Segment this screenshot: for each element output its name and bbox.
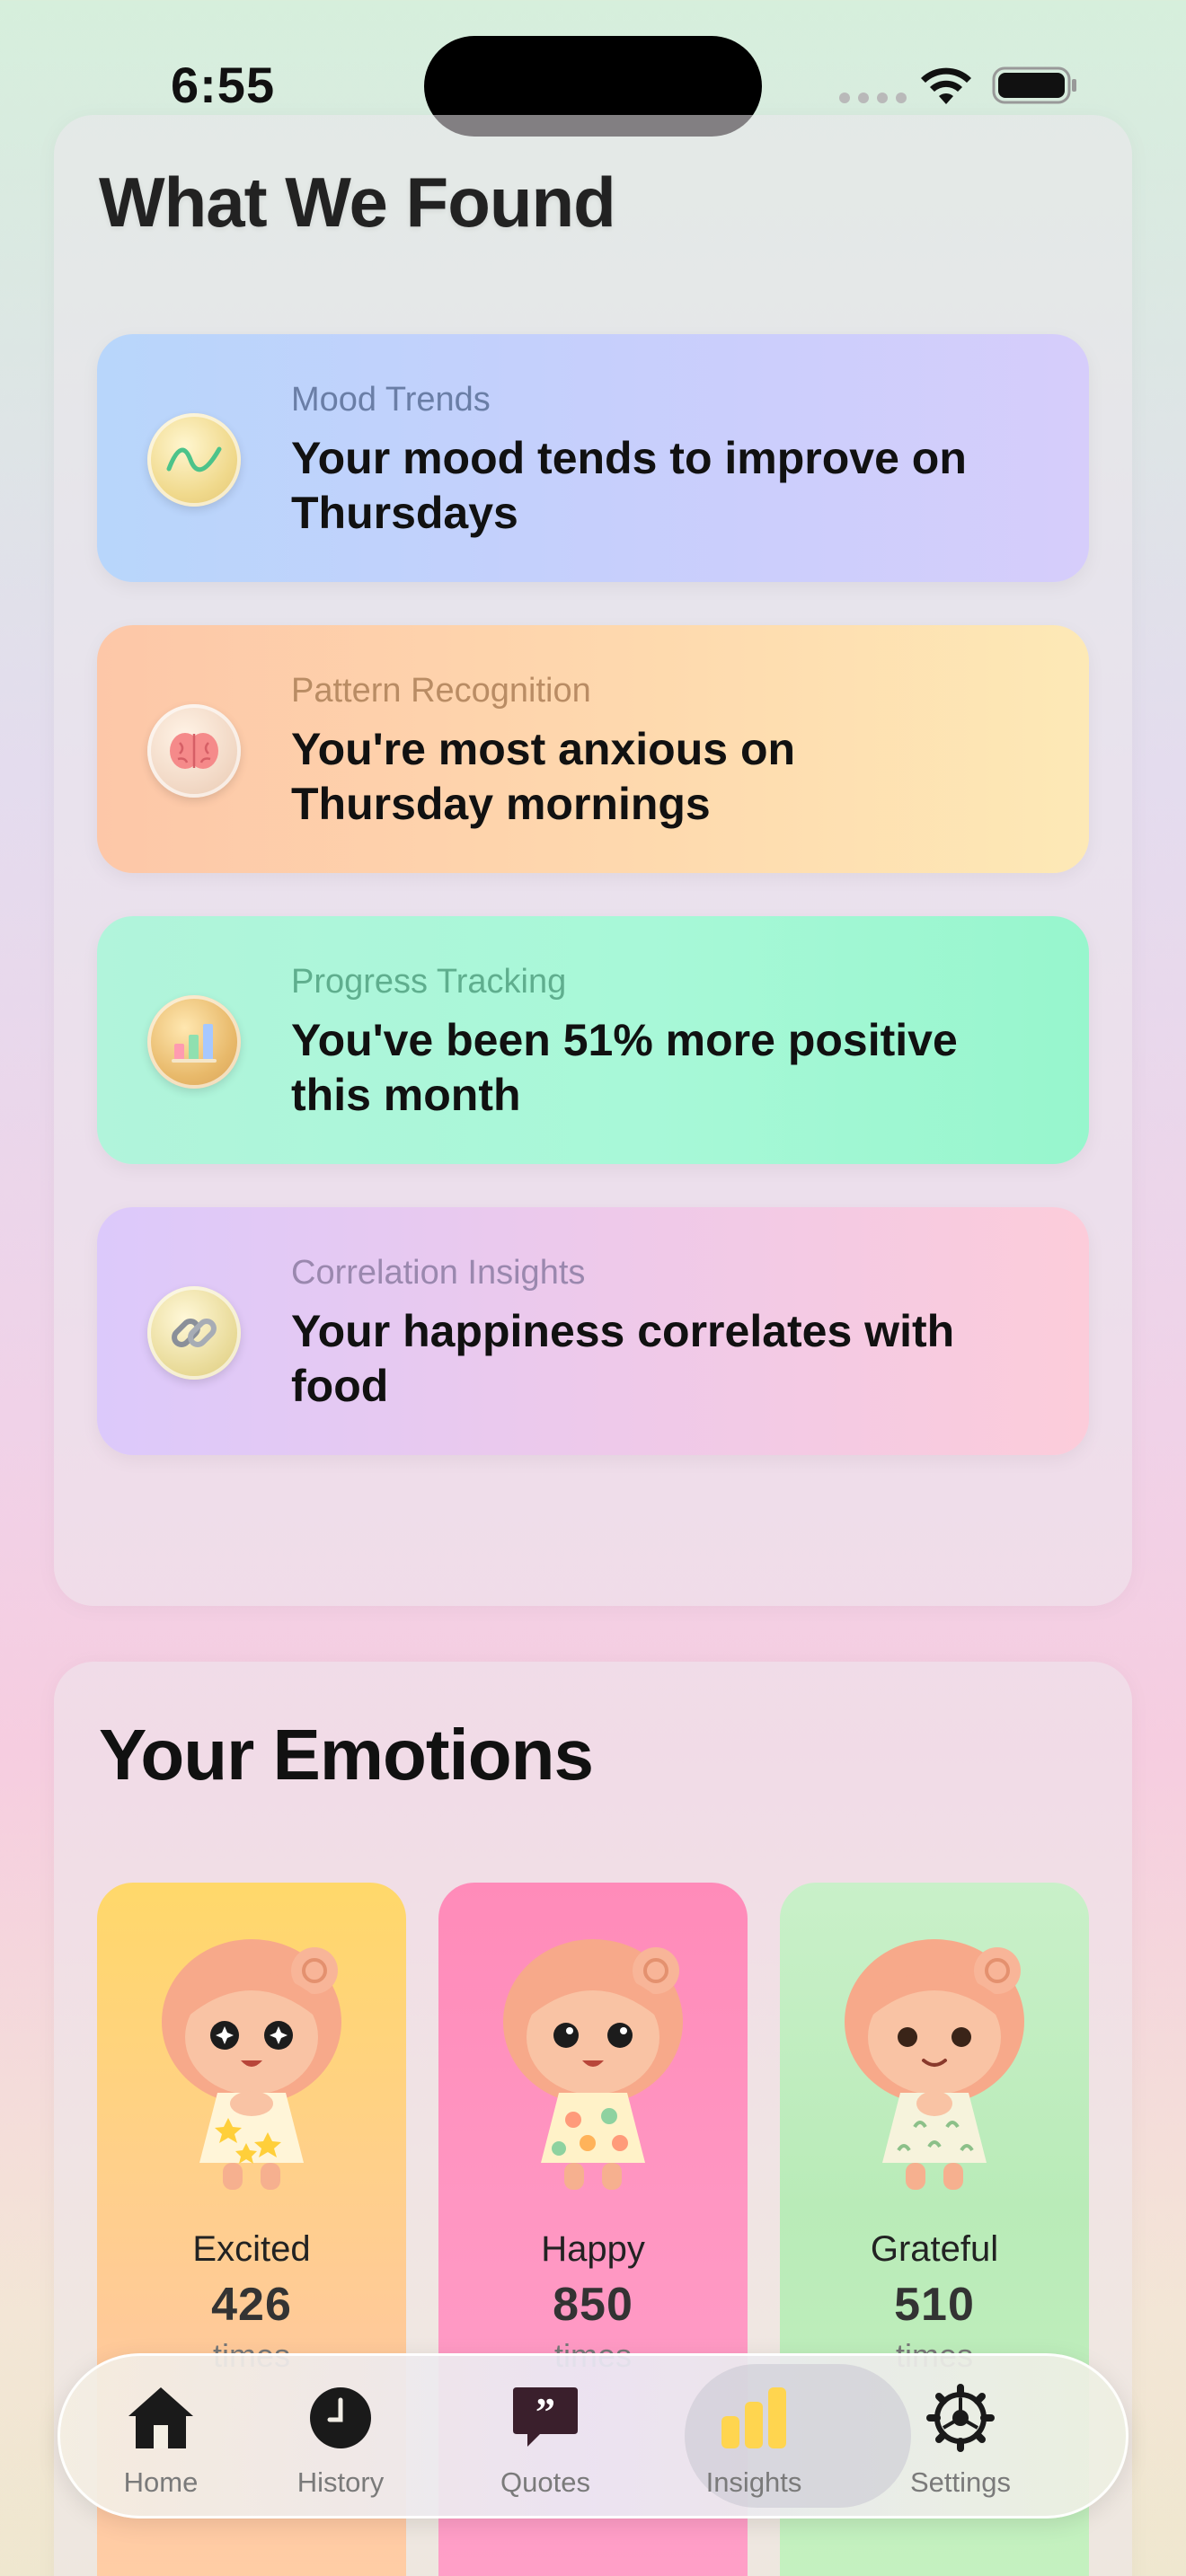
insight-card-pattern-recognition[interactable]: Pattern Recognition You're most anxious … (97, 625, 1089, 873)
bar-chart-icon (147, 995, 241, 1089)
happy-character-icon (503, 1939, 683, 2190)
insight-category: Correlation Insights (291, 1254, 586, 1292)
battery-icon (992, 66, 1076, 104)
tab-home[interactable]: Home (58, 2353, 264, 2519)
tab-bar: Home History ” Quotes Insights Settings (58, 2353, 1128, 2519)
clock-icon (310, 2387, 371, 2448)
insight-message: Your mood tends to improve on Thursdays (291, 433, 967, 538)
insight-message: Your happiness correlates with food (291, 1306, 955, 1411)
emotion-count: 850 (553, 2279, 633, 2331)
bar-chart-icon (721, 2387, 786, 2448)
insight-category: Progress Tracking (291, 963, 567, 1001)
chain-link-icon (147, 1286, 241, 1380)
emotion-count: 426 (211, 2279, 292, 2331)
tab-label: History (296, 2466, 385, 2498)
grateful-character-icon (845, 1939, 1024, 2190)
excited-character-icon (162, 1939, 341, 2190)
brain-icon (147, 704, 241, 798)
wifi-icon (921, 67, 971, 104)
emotions-title: Your Emotions (99, 1715, 594, 1795)
insight-category: Pattern Recognition (291, 672, 591, 710)
tab-settings[interactable]: Settings (857, 2353, 1064, 2519)
status-time: 6:55 (171, 57, 276, 113)
emotion-name: Excited (192, 2229, 311, 2269)
insight-card-correlation-insights[interactable]: Correlation Insights Your happiness corr… (97, 1207, 1089, 1455)
emotion-name: Happy (541, 2229, 645, 2269)
tab-quotes[interactable]: ” Quotes (442, 2353, 649, 2519)
tab-label: Insights (705, 2466, 802, 2498)
svg-text:”: ” (535, 2390, 555, 2434)
gear-icon (926, 2384, 995, 2452)
signal-dots-icon (839, 93, 907, 103)
tab-history[interactable]: History (237, 2353, 444, 2519)
insight-message: You're most anxious on Thursday mornings (291, 724, 796, 829)
tab-label: Home (123, 2466, 199, 2498)
tab-insights[interactable]: Insights (651, 2353, 857, 2519)
insight-message: You've been 51% more positive this month (291, 1015, 958, 1120)
emotion-count: 510 (894, 2279, 975, 2331)
what-we-found-panel: What We Found Mood Trends Your mood tend… (54, 115, 1132, 1606)
found-title: What We Found (99, 163, 616, 242)
quote-bubble-icon: ” (513, 2387, 578, 2447)
house-icon (128, 2387, 193, 2448)
trend-line-icon (147, 413, 241, 507)
tab-label: Quotes (500, 2466, 590, 2498)
insight-category: Mood Trends (291, 381, 491, 419)
emotion-name: Grateful (870, 2229, 999, 2269)
insight-card-progress-tracking[interactable]: Progress Tracking You've been 51% more p… (97, 916, 1089, 1164)
tab-label: Settings (909, 2466, 1011, 2498)
insight-card-mood-trends[interactable]: Mood Trends Your mood tends to improve o… (97, 334, 1089, 582)
